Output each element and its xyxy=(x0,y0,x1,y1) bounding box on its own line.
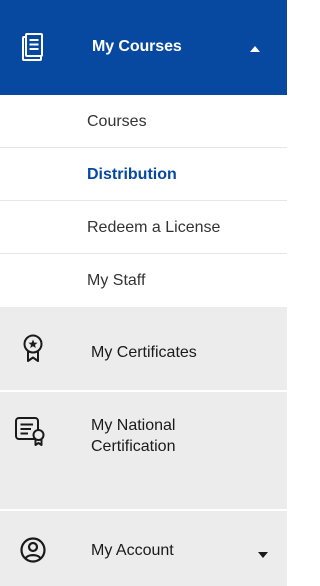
my-national-certification-label: My National Certification xyxy=(91,415,175,457)
menu-item-my-account[interactable]: My Account xyxy=(0,509,287,586)
my-national-certification-line2: Certification xyxy=(91,438,176,455)
menu-item-my-national-certification[interactable]: My National Certification xyxy=(0,390,287,509)
my-national-certification-line1: My National xyxy=(91,417,176,434)
submenu-item-courses[interactable]: Courses xyxy=(0,95,287,148)
document-list-icon xyxy=(16,30,50,64)
user-account-icon xyxy=(16,533,50,567)
my-courses-label: My Courses xyxy=(92,38,182,55)
my-certificates-label: My Certificates xyxy=(91,344,197,361)
submenu-item-label: Redeem a License xyxy=(87,219,221,236)
my-account-label: My Account xyxy=(91,542,174,559)
submenu-item-label: Distribution xyxy=(87,166,177,183)
caret-up-icon xyxy=(249,40,261,58)
caret-down-icon xyxy=(257,546,269,564)
certificate-badge-icon xyxy=(16,331,50,365)
submenu-item-label: My Staff xyxy=(87,272,146,289)
submenu-item-redeem-license[interactable]: Redeem a License xyxy=(0,201,287,254)
my-courses-menu-header[interactable]: My Courses xyxy=(0,0,287,95)
submenu-item-label: Courses xyxy=(87,113,147,130)
submenu-item-my-staff[interactable]: My Staff xyxy=(0,254,287,307)
sidebar-nav: My Courses Courses Distribution Redeem a… xyxy=(0,0,287,586)
menu-item-my-certificates[interactable]: My Certificates xyxy=(0,305,287,390)
submenu-item-distribution[interactable]: Distribution xyxy=(0,148,287,201)
national-certification-icon xyxy=(14,414,48,448)
